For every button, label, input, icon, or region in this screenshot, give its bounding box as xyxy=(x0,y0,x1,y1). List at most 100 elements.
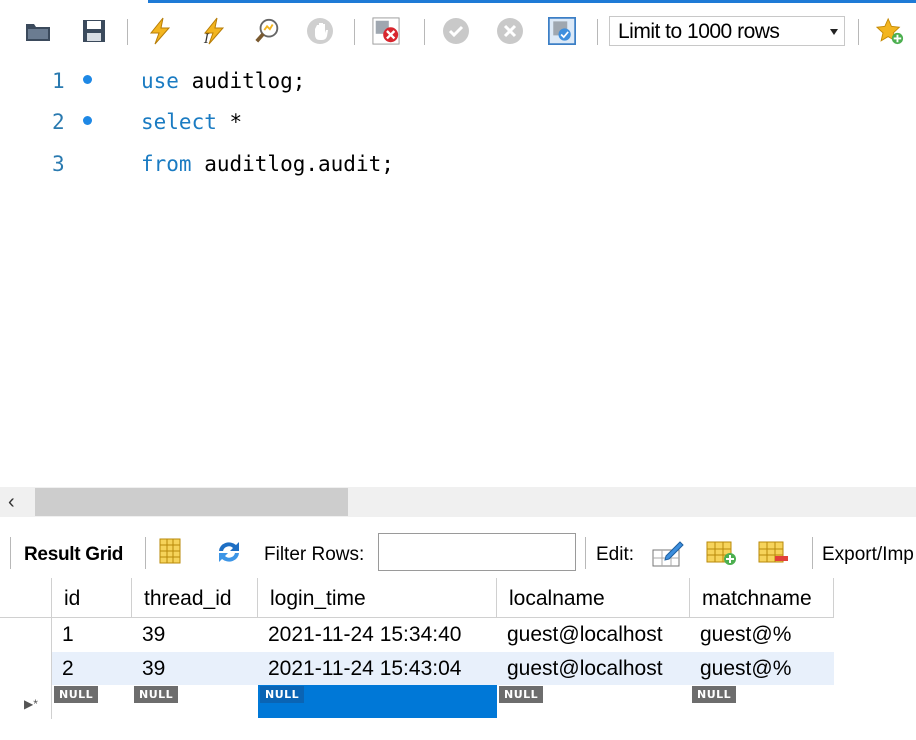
column-header[interactable]: localname xyxy=(497,578,690,618)
cell-value: guest@localhost xyxy=(507,623,663,646)
null-badge: NULL xyxy=(692,686,737,703)
save-icon[interactable] xyxy=(80,17,108,45)
row-header-corner xyxy=(0,578,52,618)
code-text: use auditlog; xyxy=(141,69,305,93)
toolbar-separator xyxy=(812,537,813,569)
toolbar-separator xyxy=(597,19,598,45)
table-cell[interactable]: guest@% xyxy=(690,652,834,686)
edit-label: Edit: xyxy=(596,544,635,565)
row-selector[interactable] xyxy=(0,618,52,652)
add-snippet-icon[interactable] xyxy=(876,17,904,45)
open-folder-icon[interactable] xyxy=(24,17,52,45)
execute-icon[interactable] xyxy=(146,17,174,45)
null-badge: NULL xyxy=(260,686,305,703)
table-cell[interactable]: guest@localhost xyxy=(497,652,690,686)
cell-value: guest@% xyxy=(700,657,792,680)
execute-current-icon[interactable]: I xyxy=(200,17,228,45)
export-import-label[interactable]: Export/Imp xyxy=(822,544,914,566)
line-number: 3 xyxy=(52,152,65,176)
explain-icon[interactable] xyxy=(254,17,282,45)
table-cell[interactable]: 1 xyxy=(52,618,132,652)
table-cell[interactable]: 2021-11-24 15:34:40 xyxy=(258,618,497,652)
cell-value: 39 xyxy=(142,623,166,646)
svg-text:I: I xyxy=(203,32,210,45)
column-header[interactable]: login_time xyxy=(258,578,497,618)
table-cell[interactable]: 2 xyxy=(52,652,132,686)
toggle-error-icon[interactable] xyxy=(372,17,400,45)
null-badge: NULL xyxy=(134,686,179,703)
code-text: from auditlog.audit; xyxy=(141,152,394,176)
sql-text: auditlog.audit; xyxy=(191,152,394,176)
filter-rows-label: Filter Rows: xyxy=(264,544,365,565)
chevron-down-icon[interactable] xyxy=(830,29,838,35)
edit-row-icon[interactable] xyxy=(652,538,684,568)
autocommit-icon[interactable] xyxy=(548,17,576,45)
result-toolbar: Result Grid Filter Rows: Edit: Export/Im… xyxy=(0,531,916,575)
toolbar-separator xyxy=(145,537,146,569)
statement-marker-icon xyxy=(83,116,92,125)
cell-value: 2021-11-24 15:43:04 xyxy=(268,657,462,680)
cell-value: guest@localhost xyxy=(507,657,663,680)
column-header[interactable]: id xyxy=(52,578,132,618)
cell-value: 1 xyxy=(62,623,74,646)
column-header-label: localname xyxy=(509,587,605,610)
delete-row-icon[interactable] xyxy=(758,538,788,568)
refresh-icon[interactable] xyxy=(214,538,244,568)
statement-marker-icon xyxy=(83,75,92,84)
sql-keyword: use xyxy=(141,69,179,93)
scrollbar-thumb[interactable] xyxy=(35,488,348,516)
table-cell[interactable]: 2021-11-24 15:43:04 xyxy=(258,652,497,686)
column-header-label: matchname xyxy=(702,587,812,610)
limit-rows-value: Limit to 1000 rows xyxy=(618,20,780,43)
tab-strip-border xyxy=(0,0,916,3)
cell-value: guest@% xyxy=(700,623,792,646)
table-cell[interactable]: guest@localhost xyxy=(497,618,690,652)
editor-line: 3 from auditlog.audit; xyxy=(0,144,916,184)
sql-text: auditlog; xyxy=(178,69,306,93)
filter-rows-input[interactable] xyxy=(378,533,576,571)
line-number: 1 xyxy=(52,69,65,93)
active-tab-accent xyxy=(148,0,916,3)
limit-rows-select[interactable]: Limit to 1000 rows xyxy=(609,16,845,46)
grid-icon[interactable] xyxy=(158,538,188,568)
null-badge: NULL xyxy=(54,686,99,703)
column-header-label: id xyxy=(64,587,81,610)
cell-value: 39 xyxy=(142,657,166,680)
rollback-icon[interactable] xyxy=(496,17,524,45)
toolbar-separator xyxy=(10,537,11,569)
stop-icon[interactable] xyxy=(306,17,334,45)
result-grid[interactable]: id thread_id login_time localname matchn… xyxy=(0,578,916,740)
table-cell[interactable]: 39 xyxy=(132,618,258,652)
toolbar-separator xyxy=(585,537,586,569)
code-text: select * xyxy=(141,110,242,134)
cell-value: 2021-11-24 15:34:40 xyxy=(268,623,462,646)
sql-text: * xyxy=(216,110,243,134)
sql-editor[interactable]: 1 use auditlog; 2 select * 3 from auditl… xyxy=(0,61,916,485)
commit-icon[interactable] xyxy=(442,17,470,45)
null-badge: NULL xyxy=(499,686,544,703)
column-header[interactable]: thread_id xyxy=(132,578,258,618)
column-header[interactable]: matchname xyxy=(690,578,834,618)
editor-line: 1 use auditlog; xyxy=(0,61,916,101)
table-cell[interactable]: 39 xyxy=(132,652,258,686)
toolbar-separator xyxy=(424,19,425,45)
editor-line: 2 select * xyxy=(0,102,916,142)
chevron-left-icon[interactable]: ‹ xyxy=(8,491,15,514)
toolbar-separator xyxy=(858,19,859,45)
table-cell[interactable]: guest@% xyxy=(690,618,834,652)
line-number: 2 xyxy=(52,110,65,134)
sql-keyword: from xyxy=(141,152,192,176)
new-row-marker: ▶* xyxy=(24,697,38,711)
row-selector[interactable] xyxy=(0,652,52,686)
sql-editor-toolbar: I Limit to 1000 rows xyxy=(0,5,916,61)
cell-value: 2 xyxy=(62,657,74,680)
new-row-selector[interactable]: ▶* xyxy=(0,685,52,719)
toolbar-separator xyxy=(354,19,355,45)
result-grid-tab[interactable]: Result Grid xyxy=(24,544,123,566)
horizontal-scrollbar[interactable]: ‹ xyxy=(0,487,916,517)
column-header-label: login_time xyxy=(270,587,366,610)
add-row-icon[interactable] xyxy=(706,538,736,568)
toolbar-separator xyxy=(127,19,128,45)
column-header-label: thread_id xyxy=(144,587,232,610)
sql-keyword: select xyxy=(141,110,217,134)
